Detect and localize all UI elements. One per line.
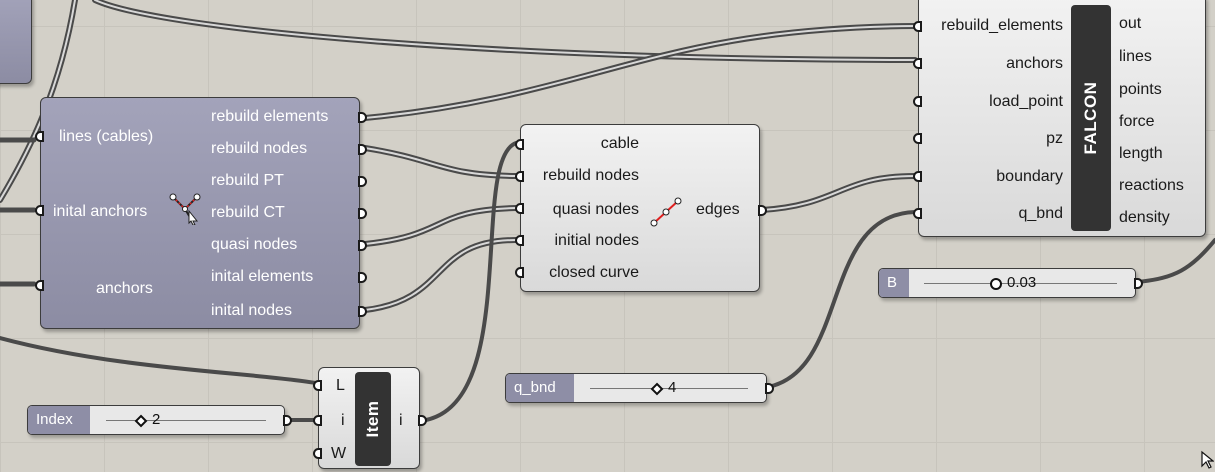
slider-grip-icon[interactable] [989, 277, 1003, 291]
wire [364, 147, 517, 177]
input-label: anchors [96, 280, 153, 297]
explode-nodes-icon [169, 193, 201, 225]
input-port[interactable] [515, 235, 524, 246]
item-component[interactable]: L i W Item i [313, 367, 427, 469]
slider-name: B [879, 269, 909, 297]
slider-grip-icon[interactable] [650, 382, 664, 396]
wire [1136, 238, 1215, 284]
input-port[interactable] [515, 139, 524, 150]
output-label: i [399, 412, 403, 429]
grasshopper-canvas[interactable]: lines (cables) inital anchors anchors re… [0, 0, 1215, 472]
input-port[interactable] [35, 205, 44, 216]
output-label: density [1119, 209, 1170, 226]
slider-b[interactable]: B 0.03 [878, 268, 1143, 298]
input-label: q_bnd [1018, 205, 1064, 222]
wire [766, 210, 917, 389]
edges-component[interactable]: cable rebuild nodes quasi nodes initial … [515, 124, 767, 292]
output-label: lines [1119, 48, 1152, 65]
input-port[interactable] [313, 380, 322, 391]
polyline-edges-icon [650, 197, 682, 227]
input-port[interactable] [913, 96, 922, 107]
input-label: W [331, 445, 347, 462]
input-port[interactable] [313, 448, 322, 459]
input-port[interactable] [313, 415, 322, 426]
input-label: inital anchors [53, 203, 148, 220]
slider-value: 4 [668, 379, 677, 396]
output-label: inital elements [211, 268, 314, 285]
input-label: closed curve [549, 264, 639, 281]
output-label: rebuild nodes [211, 140, 308, 157]
output-label: rebuild PT [211, 172, 284, 189]
input-label: load_point [989, 93, 1063, 110]
wire [362, 237, 519, 313]
input-port[interactable] [913, 133, 922, 144]
falcon-title-bar: FALCON [1071, 5, 1111, 231]
input-port[interactable] [913, 171, 922, 182]
output-label: points [1119, 81, 1162, 98]
explode-nodes-component[interactable]: lines (cables) inital anchors anchors re… [35, 97, 367, 329]
input-label: quasi nodes [552, 201, 639, 218]
slider-track[interactable] [106, 420, 266, 421]
input-label: rebuild nodes [542, 167, 639, 184]
input-label: rebuild_elements [941, 17, 1063, 34]
slider-grip-icon[interactable] [134, 414, 148, 428]
input-label: i [341, 412, 345, 429]
wire [362, 23, 918, 121]
output-label: force [1119, 113, 1155, 130]
output-label: reactions [1119, 177, 1184, 194]
input-port[interactable] [913, 58, 922, 69]
slider-value: 2 [152, 411, 161, 428]
slider-index[interactable]: Index 2 [27, 405, 292, 435]
input-label: lines (cables) [59, 128, 154, 145]
falcon-component[interactable]: rebuild_elements anchors load_point pz b… [913, 0, 1206, 237]
input-port[interactable] [913, 208, 922, 219]
wire [424, 141, 518, 422]
input-label: boundary [996, 168, 1063, 185]
slider-q-bnd[interactable]: q_bnd 4 [505, 373, 774, 403]
falcon-title: FALCON [1081, 81, 1100, 155]
slider-name: Index [28, 406, 90, 434]
input-label: pz [1046, 130, 1063, 147]
slider-name: q_bnd [506, 374, 574, 402]
output-label: rebuild CT [211, 204, 285, 221]
item-title: Item [363, 400, 382, 438]
cursor-icon [1201, 450, 1214, 469]
output-label: inital nodes [211, 302, 292, 319]
input-port[interactable] [35, 280, 44, 291]
item-title-bar: Item [355, 372, 391, 466]
input-port[interactable] [35, 131, 44, 142]
output-label: length [1119, 145, 1163, 162]
input-port[interactable] [913, 21, 922, 32]
partial-component[interactable] [0, 0, 32, 84]
input-label: cable [600, 135, 639, 152]
input-port[interactable] [515, 203, 524, 214]
output-label: edges [696, 201, 740, 218]
input-port[interactable] [515, 171, 524, 182]
wire [0, 336, 318, 385]
output-label: out [1119, 15, 1142, 32]
wire [759, 173, 918, 213]
slider-value: 0.03 [1007, 274, 1037, 291]
input-label: anchors [1006, 55, 1063, 72]
input-label: initial nodes [554, 232, 640, 249]
output-label: rebuild elements [211, 108, 329, 125]
output-label: quasi nodes [211, 236, 298, 253]
input-port[interactable] [515, 267, 524, 278]
input-label: L [336, 377, 345, 394]
